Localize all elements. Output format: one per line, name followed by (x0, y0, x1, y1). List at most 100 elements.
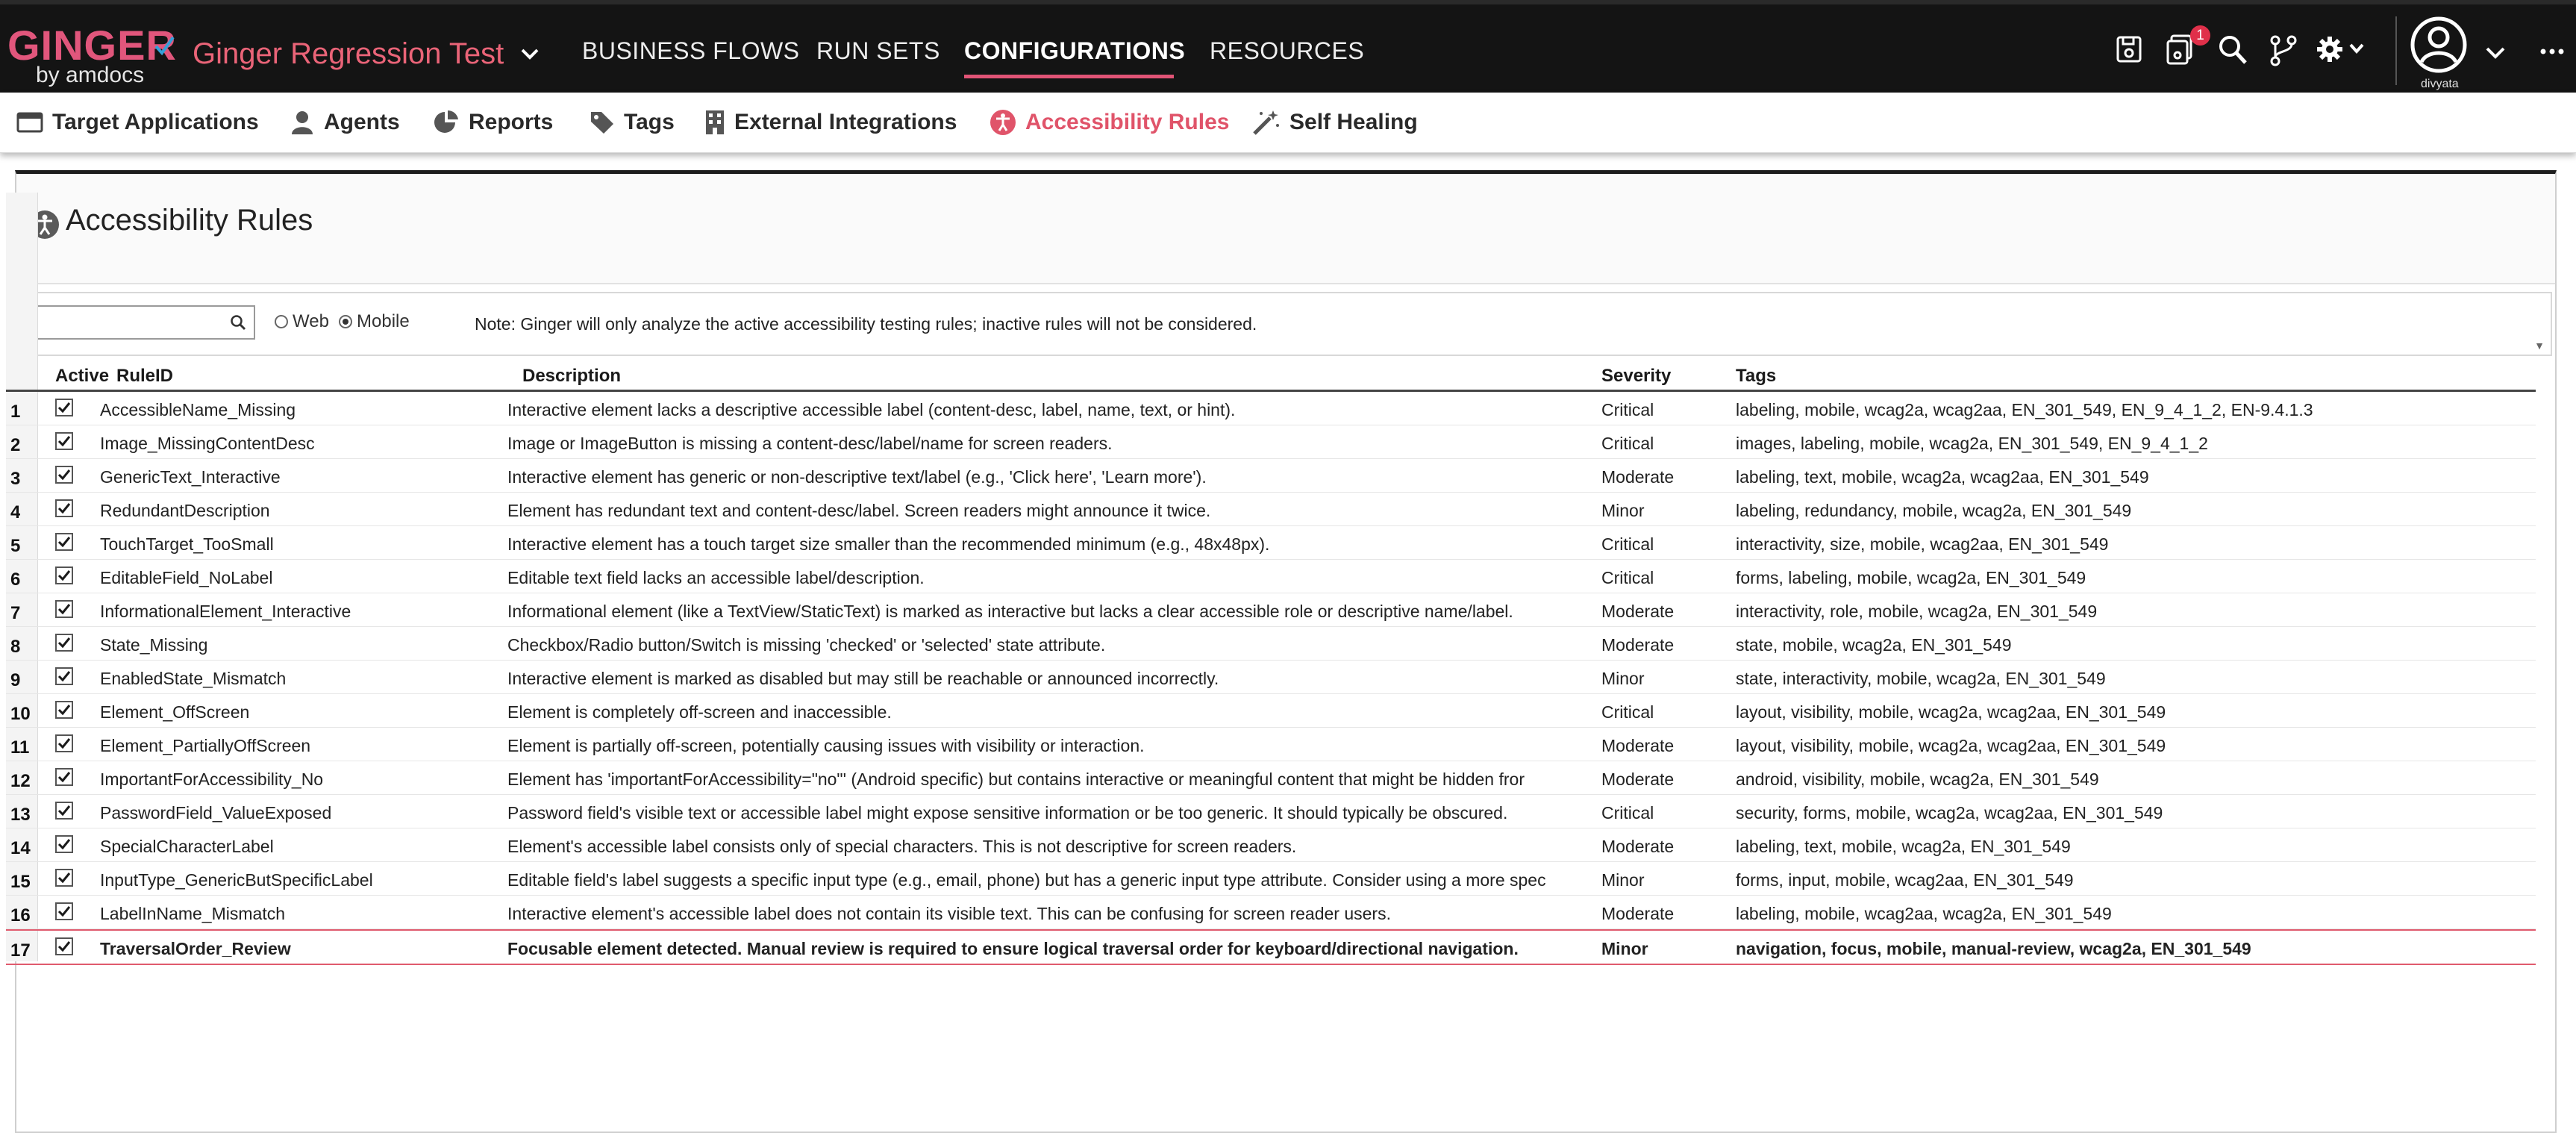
description-cell[interactable]: Informational element (like a TextView/S… (507, 602, 1598, 622)
nav-resources[interactable]: RESOURCES (1210, 37, 1364, 65)
active-checkbox[interactable] (55, 533, 73, 551)
active-checkbox[interactable] (55, 802, 73, 820)
rule-id-cell[interactable]: InputType_GenericButSpecificLabel (100, 870, 503, 890)
severity-cell[interactable]: Minor (1601, 870, 1728, 890)
table-row[interactable]: 5 TouchTarget_TooSmall Interactive eleme… (6, 526, 2536, 560)
active-checkbox[interactable] (55, 600, 73, 618)
description-cell[interactable]: Element has redundant text and content-d… (507, 501, 1598, 521)
col-header-tags[interactable]: Tags (1736, 366, 1776, 387)
description-cell[interactable]: Interactive element lacks a descriptive … (507, 400, 1598, 420)
ginger-logo[interactable]: GINGER by amdocs (7, 21, 176, 87)
description-cell[interactable]: Element's accessible label consists only… (507, 837, 1598, 857)
severity-cell[interactable]: Moderate (1601, 770, 1728, 790)
description-cell[interactable]: Editable text field lacks an accessible … (507, 568, 1598, 588)
tags-cell[interactable]: forms, labeling, mobile, wcag2a, EN_301_… (1736, 568, 2527, 588)
save-all-icon[interactable] (2166, 34, 2194, 66)
severity-cell[interactable]: Moderate (1601, 602, 1728, 622)
tags-cell[interactable]: labeling, mobile, wcag2aa, wcag2a, EN_30… (1736, 904, 2527, 924)
save-icon[interactable] (2115, 34, 2143, 64)
severity-cell[interactable]: Moderate (1601, 635, 1728, 655)
table-row[interactable]: 9 EnabledState_Mismatch Interactive elem… (6, 661, 2536, 694)
active-checkbox[interactable] (55, 399, 73, 416)
rule-id-cell[interactable]: AccessibleName_Missing (100, 400, 503, 420)
table-row[interactable]: 17 TraversalOrder_Review Focusable eleme… (6, 929, 2536, 965)
tags-cell[interactable]: security, forms, mobile, wcag2a, wcag2aa… (1736, 803, 2527, 823)
active-checkbox[interactable] (55, 566, 73, 584)
severity-cell[interactable]: Critical (1601, 702, 1728, 722)
severity-cell[interactable]: Minor (1601, 939, 1728, 959)
severity-cell[interactable]: Critical (1601, 400, 1728, 420)
subnav-external-integrations[interactable]: External Integrations (704, 107, 957, 137)
tags-cell[interactable]: android, visibility, mobile, wcag2a, EN_… (1736, 770, 2527, 790)
severity-cell[interactable]: Moderate (1601, 837, 1728, 857)
table-row[interactable]: 6 EditableField_NoLabel Editable text fi… (6, 560, 2536, 593)
nav-business-flows[interactable]: BUSINESS FLOWS (582, 37, 800, 65)
table-row[interactable]: 12 ImportantForAccessibility_No Element … (6, 761, 2536, 795)
tags-cell[interactable]: state, interactivity, mobile, wcag2a, EN… (1736, 669, 2527, 689)
settings-icon[interactable] (2316, 34, 2370, 64)
severity-cell[interactable]: Moderate (1601, 467, 1728, 487)
severity-cell[interactable]: Critical (1601, 434, 1728, 454)
active-checkbox[interactable] (55, 768, 73, 786)
rule-id-cell[interactable]: LabelInName_Mismatch (100, 904, 503, 924)
rule-id-cell[interactable]: TouchTarget_TooSmall (100, 534, 503, 555)
description-cell[interactable]: Interactive element is marked as disable… (507, 669, 1598, 689)
rule-id-cell[interactable]: EditableField_NoLabel (100, 568, 503, 588)
rule-id-cell[interactable]: EnabledState_Mismatch (100, 669, 503, 689)
rule-id-cell[interactable]: Element_OffScreen (100, 702, 503, 722)
description-cell[interactable]: Interactive element has generic or non-d… (507, 467, 1598, 487)
description-cell[interactable]: Image or ImageButton is missing a conten… (507, 434, 1598, 454)
scroll-down-icon[interactable]: ▼ (2534, 340, 2545, 352)
radio-mobile-button[interactable] (339, 315, 352, 328)
tags-cell[interactable]: navigation, focus, mobile, manual-review… (1736, 939, 2527, 959)
project-selector[interactable]: Ginger Regression Test (193, 31, 540, 76)
search-icon[interactable] (230, 314, 246, 331)
tags-cell[interactable]: labeling, mobile, wcag2a, wcag2aa, EN_30… (1736, 400, 2527, 420)
rule-id-cell[interactable]: Image_MissingContentDesc (100, 434, 503, 454)
severity-cell[interactable]: Minor (1601, 501, 1728, 521)
table-row[interactable]: 15 InputType_GenericButSpecificLabel Edi… (6, 862, 2536, 896)
table-row[interactable]: 7 InformationalElement_Interactive Infor… (6, 593, 2536, 627)
rule-id-cell[interactable]: State_Missing (100, 635, 503, 655)
table-row[interactable]: 13 PasswordField_ValueExposed Password f… (6, 795, 2536, 828)
source-control-icon[interactable] (2269, 34, 2298, 67)
table-row[interactable]: 16 LabelInName_Mismatch Interactive elem… (6, 896, 2536, 929)
tags-cell[interactable]: layout, visibility, mobile, wcag2a, wcag… (1736, 702, 2527, 722)
rule-id-cell[interactable]: TraversalOrder_Review (100, 939, 503, 959)
subnav-self-healing[interactable]: Self Healing (1252, 107, 1418, 137)
tags-cell[interactable]: labeling, text, mobile, wcag2a, wcag2aa,… (1736, 467, 2527, 487)
col-header-severity[interactable]: Severity (1601, 366, 1671, 387)
severity-cell[interactable]: Critical (1601, 568, 1728, 588)
rule-id-cell[interactable]: RedundantDescription (100, 501, 503, 521)
active-checkbox[interactable] (55, 835, 73, 853)
description-cell[interactable]: Interactive element has a touch target s… (507, 534, 1598, 555)
active-checkbox[interactable] (55, 701, 73, 719)
subnav-accessibility-rules[interactable]: Accessibility Rules (990, 107, 1229, 137)
description-cell[interactable]: Interactive element's accessible label d… (507, 904, 1598, 924)
col-header-description[interactable]: Description (522, 366, 621, 387)
table-row[interactable]: 14 SpecialCharacterLabel Element's acces… (6, 828, 2536, 862)
active-checkbox[interactable] (55, 634, 73, 652)
active-checkbox[interactable] (55, 937, 73, 955)
more-icon[interactable] (2540, 48, 2564, 55)
radio-mobile[interactable]: Mobile (339, 311, 410, 332)
tags-cell[interactable]: labeling, redundancy, mobile, wcag2a, EN… (1736, 501, 2527, 521)
rule-id-cell[interactable]: SpecialCharacterLabel (100, 837, 503, 857)
subnav-agents[interactable]: Agents (290, 107, 400, 137)
table-row[interactable]: 1 AccessibleName_Missing Interactive ele… (6, 392, 2536, 425)
rule-id-cell[interactable]: InformationalElement_Interactive (100, 602, 503, 622)
radio-web[interactable]: Web (275, 311, 329, 332)
subnav-target-applications[interactable]: Target Applications (16, 107, 259, 137)
nav-configurations[interactable]: CONFIGURATIONS (964, 37, 1185, 65)
table-row[interactable]: 3 GenericText_Interactive Interactive el… (6, 459, 2536, 493)
table-row[interactable]: 4 RedundantDescription Element has redun… (6, 493, 2536, 526)
active-checkbox[interactable] (55, 466, 73, 484)
description-cell[interactable]: Password field's visible text or accessi… (507, 803, 1598, 823)
radio-web-button[interactable] (275, 315, 288, 328)
tags-cell[interactable]: labeling, text, mobile, wcag2a, EN_301_5… (1736, 837, 2527, 857)
rule-id-cell[interactable]: PasswordField_ValueExposed (100, 803, 503, 823)
nav-run-sets[interactable]: RUN SETS (816, 37, 940, 65)
active-checkbox[interactable] (55, 667, 73, 685)
rule-id-cell[interactable]: Element_PartiallyOffScreen (100, 736, 503, 756)
table-row[interactable]: 11 Element_PartiallyOffScreen Element is… (6, 728, 2536, 761)
